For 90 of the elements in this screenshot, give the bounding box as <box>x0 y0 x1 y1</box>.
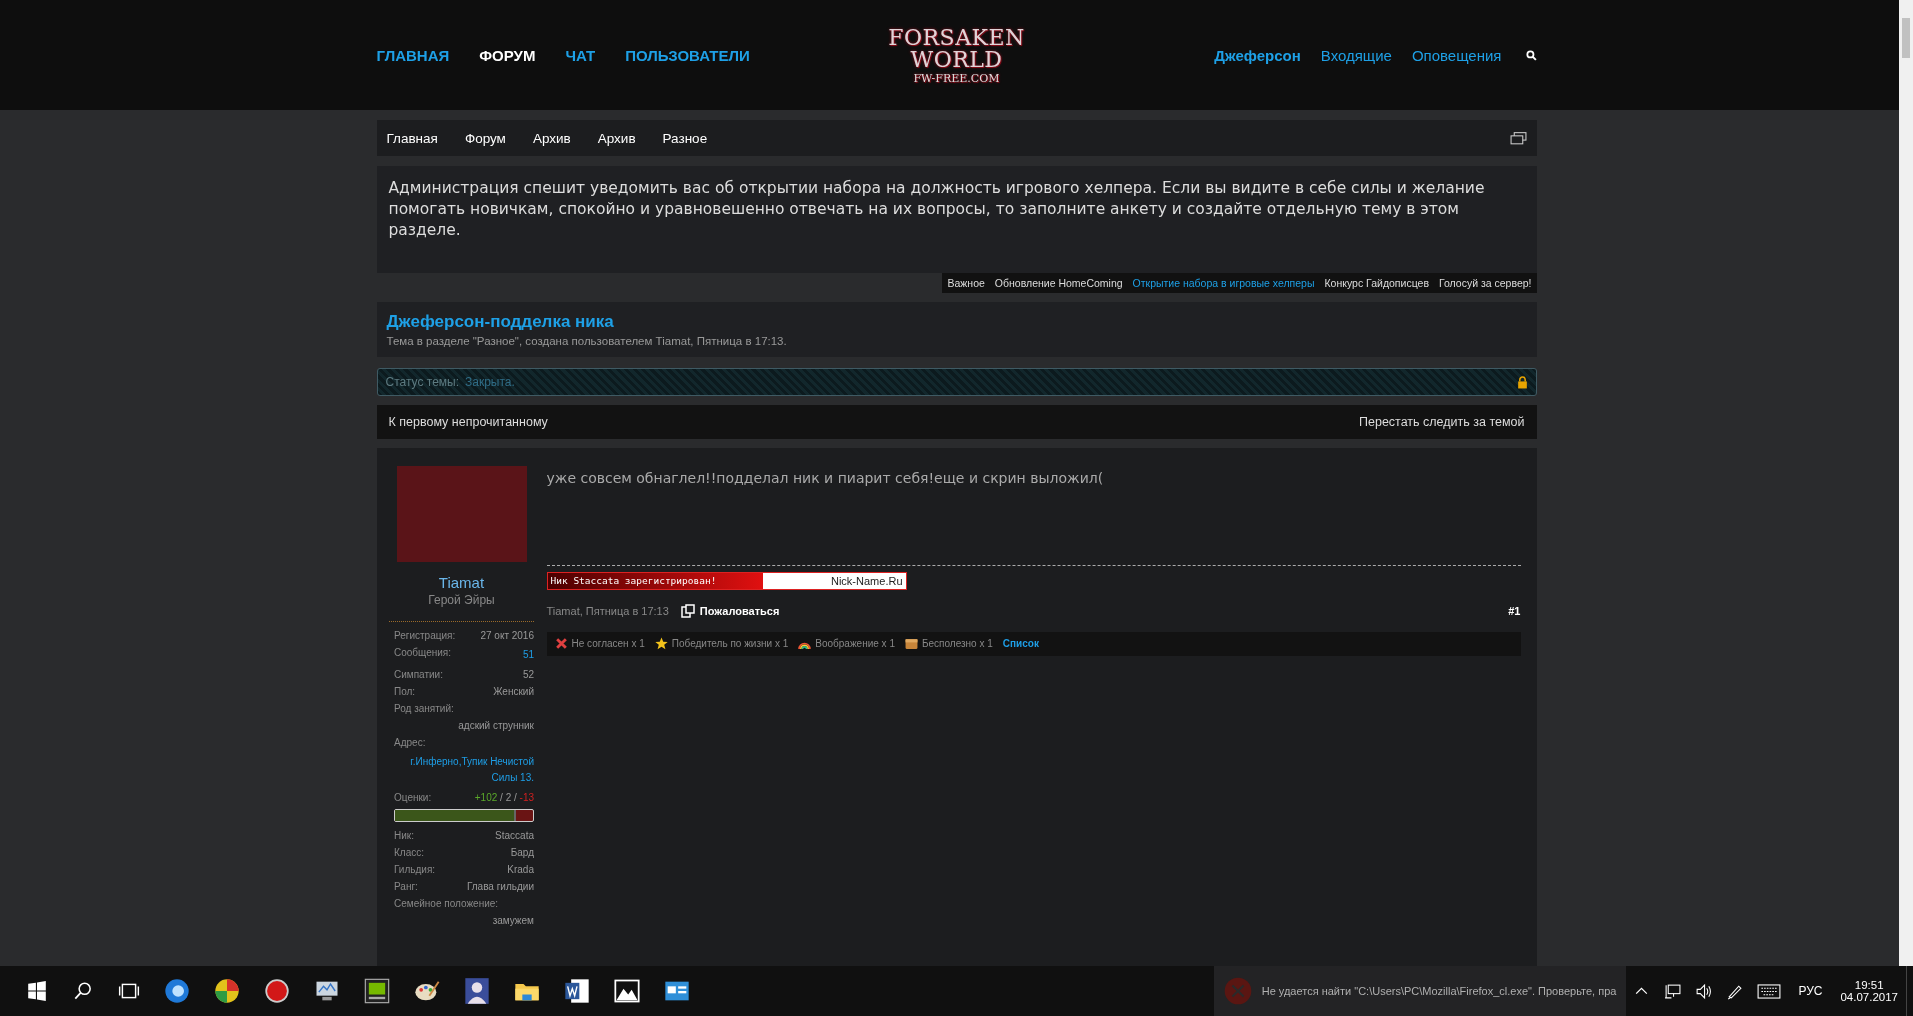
star-icon <box>654 637 668 650</box>
windows-start-icon[interactable] <box>26 980 48 1002</box>
nav-link[interactable]: ЧАТ <box>565 46 596 64</box>
notification-toast[interactable]: Не удается найти "C:\Users\PC\Mozilla\Firefox_cl.exe". Проверьте, пра <box>1213 966 1627 1016</box>
clock-date: 04.07.2017 <box>1840 991 1898 1003</box>
nav-link[interactable]: ГЛАВНАЯ <box>376 46 450 64</box>
graphics-card-icon[interactable] <box>363 977 391 1005</box>
ratings-value: +102 / 2 / -13 <box>474 792 534 803</box>
user-menu-link[interactable]: Оповещения <box>1411 46 1502 64</box>
stat-value: Глава гильдии <box>466 881 534 892</box>
stat-value: Женский <box>493 686 534 697</box>
document-icon[interactable] <box>563 977 591 1005</box>
username-link[interactable]: Джеферсон <box>1214 46 1301 64</box>
stat-label: Адрес: <box>394 737 427 748</box>
breadcrumb-link[interactable]: Форум <box>464 130 506 146</box>
author-name[interactable]: Tiamat <box>438 574 485 591</box>
stat-label: Класс: <box>394 847 424 858</box>
stat-label: Пол: <box>394 686 416 697</box>
stat-label: Семейное положение: <box>394 898 500 909</box>
language-indicator[interactable]: РУС <box>1798 984 1823 998</box>
post-number[interactable]: #1 <box>1508 604 1521 617</box>
breadcrumb-link[interactable]: Главная <box>386 130 438 146</box>
stat-label: Регистрация: <box>394 630 456 641</box>
report-icon[interactable] <box>680 603 695 618</box>
breadcrumb-link[interactable]: Архив <box>532 130 571 146</box>
stat-label: Ранг: <box>394 881 418 892</box>
reaction-label: Не согласен x 1 <box>571 638 645 649</box>
notice-tab[interactable]: Конкурс Гайдописцев <box>1319 273 1434 293</box>
notice-text: Администрация спешит уведомить вас об открытии набора на должность игрового хелпера. Если вы видите в себе силы и желание помогать новичкам, спокойно и уравновешенно отвечать на их вопросы, то заполните анкету и создайте отдельную тему в этом разделе. <box>388 178 1486 241</box>
keyboard-icon[interactable] <box>1757 982 1782 1000</box>
post-byline[interactable]: Tiamat, Пятница в 17:13 <box>546 604 669 617</box>
signature-text: Ник Staccata зарегистрирован! <box>550 575 717 586</box>
site-logo[interactable]: FORSAKEN WORLD FW-FREE.COM <box>881 26 1032 84</box>
lock-icon <box>1516 375 1528 389</box>
stat-label: Ник: <box>394 830 414 841</box>
stat-value: Krada <box>507 864 534 875</box>
status-label: Статус темы: <box>385 375 459 389</box>
reaction-label: Победитель по жизни x 1 <box>671 638 789 649</box>
post-message: уже совсем обнаглел!!подделал ник и пиарит себя!еще и скрин выложил( <box>546 470 1105 488</box>
notification-text: Не удается найти "C:\Users\PC\Mozilla\Firefox_cl.exe". Проверьте, пра <box>1261 985 1617 997</box>
cross-icon <box>554 637 568 650</box>
reaction-label: Бесполезно x 1 <box>921 638 993 649</box>
error-icon <box>1223 977 1252 1005</box>
breadcrumb-link[interactable]: Разное <box>662 130 708 146</box>
search-icon[interactable] <box>1525 49 1537 61</box>
stat-label: Симпатии: <box>394 669 443 680</box>
stat-value: Staccata <box>495 830 534 841</box>
stat-label: Род занятий: <box>394 703 455 714</box>
clock[interactable]: 19:51 04.07.2017 <box>1840 979 1898 1003</box>
clock-time: 19:51 <box>1854 979 1884 991</box>
stat-label: Гильдия: <box>394 864 436 875</box>
stat-label: Оценки: <box>394 792 432 803</box>
stat-value[interactable]: г.Инферно,Тупик Нечистой Силы 13. <box>394 754 534 786</box>
volume-icon[interactable] <box>1695 982 1713 1000</box>
notice-tab[interactable]: Обновление HomeComing <box>989 273 1128 293</box>
first-unread-link[interactable]: К первому непрочитанному <box>388 415 548 429</box>
pen-icon[interactable] <box>1726 982 1744 1000</box>
stat-label: Сообщения: <box>394 647 452 660</box>
scrollbar[interactable] <box>1899 0 1913 966</box>
notice-tab[interactable]: Важное <box>942 273 990 293</box>
colorful-ball-icon[interactable] <box>213 977 241 1005</box>
stat-value[interactable]: 51 <box>522 647 534 663</box>
search-icon[interactable] <box>72 980 94 1002</box>
author-title: Герой Эйры <box>428 593 495 607</box>
breadcrumb-link[interactable]: Архив <box>597 130 636 146</box>
thread-title: Джеферсон-подделка ника <box>386 312 615 332</box>
reactions-list-link[interactable]: Список <box>1002 638 1039 649</box>
windows-stack-icon[interactable] <box>1509 131 1527 145</box>
stat-value: 27 окт 2016 <box>480 630 534 641</box>
report-link[interactable]: Пожаловаться <box>699 604 780 617</box>
avatar-icon[interactable] <box>463 977 491 1005</box>
nav-link[interactable]: ПОЛЬЗОВАТЕЛИ <box>625 46 750 64</box>
stat-value: 52 <box>522 669 534 680</box>
unwatch-link[interactable]: Перестать следить за темой <box>1359 415 1525 429</box>
user-menu-link[interactable]: Входящие <box>1320 46 1392 64</box>
status-value: Закрыта. <box>465 375 515 389</box>
signature-site: Nick-Name.Ru <box>831 574 903 587</box>
stat-value: замужем <box>491 915 534 926</box>
stat-value: Бард <box>510 847 534 858</box>
box-icon <box>904 637 918 650</box>
stat-value: адский струнник <box>457 720 534 731</box>
reaction-label: Воображение x 1 <box>815 638 895 649</box>
nav-link[interactable]: ФОРУМ <box>479 46 536 64</box>
thread-meta: Тема в разделе "Разное", создана пользователем Tiamat, Пятница в 17:13. <box>386 335 788 347</box>
network-icon[interactable] <box>1664 982 1682 1000</box>
image-icon[interactable] <box>613 977 641 1005</box>
notice-tab[interactable]: Голосуй за сервер! <box>1433 273 1537 293</box>
browser-icon[interactable] <box>163 977 191 1005</box>
notice-tab[interactable]: Открытие набора в игровые хелперы <box>1127 273 1320 293</box>
record-icon[interactable] <box>263 977 291 1005</box>
